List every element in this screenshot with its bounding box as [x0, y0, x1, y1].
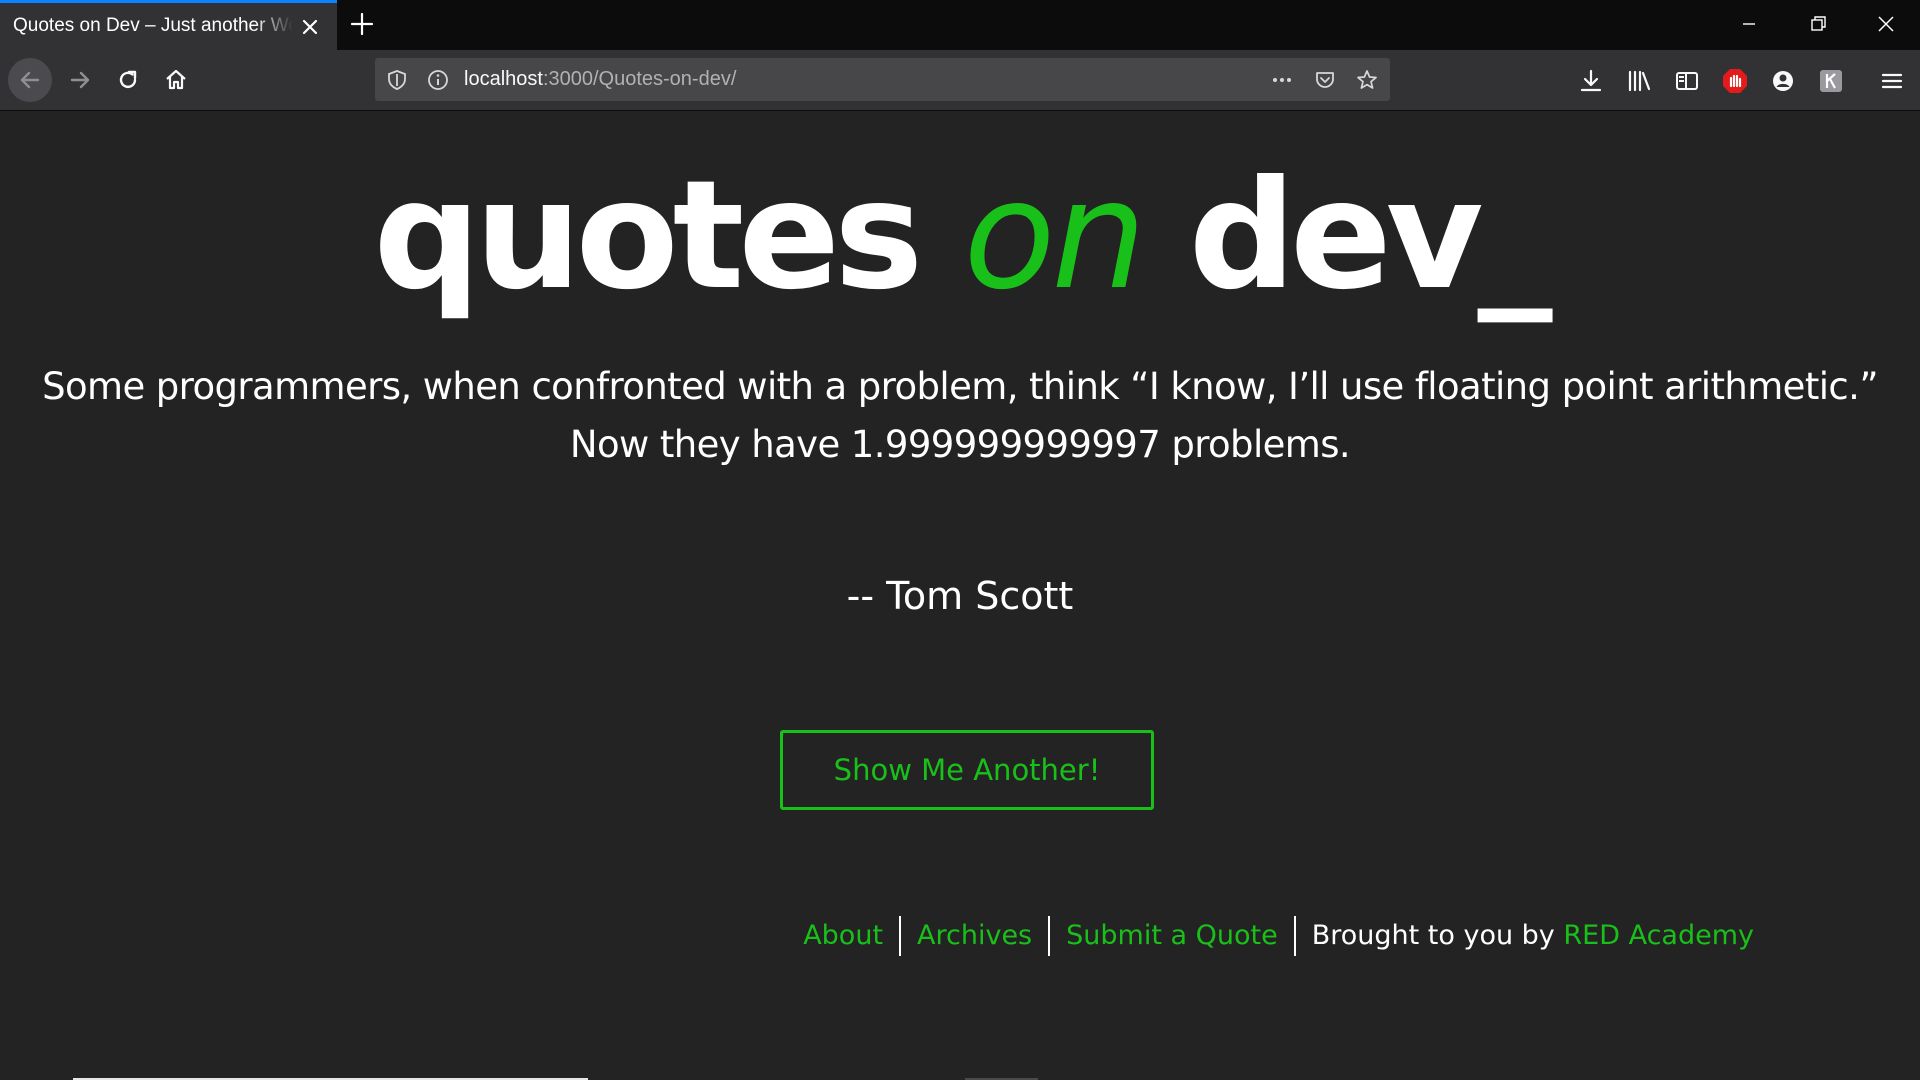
account-icon[interactable] [1769, 67, 1797, 95]
pocket-icon[interactable] [1313, 68, 1337, 92]
quote-text: Some programmers, when confronted with a… [42, 365, 1878, 466]
footer-link-about[interactable]: About [803, 920, 883, 951]
back-button[interactable] [8, 58, 52, 102]
browser-toolbar: localhost:3000/Quotes-on-dev/ [0, 50, 1920, 111]
quote-author: -- Tom Scott [846, 574, 1074, 618]
restore-icon[interactable] [1806, 12, 1830, 36]
library-icon[interactable] [1625, 67, 1653, 95]
site-logo[interactable]: quotes on dev_ [0, 161, 1920, 311]
logo-word-on: on [963, 149, 1147, 323]
tab-title: Quotes on Dev – Just another WordPress s… [13, 15, 293, 36]
footer-link-archives[interactable]: Archives [917, 920, 1032, 951]
logo-word-dev: dev_ [1188, 149, 1553, 323]
reload-button[interactable] [106, 58, 150, 102]
forward-arrow-icon [70, 71, 90, 89]
address-bar[interactable]: localhost:3000/Quotes-on-dev/ [375, 58, 1390, 101]
page-actions-icon[interactable] [1270, 68, 1294, 92]
close-tab-icon[interactable] [299, 16, 321, 38]
reload-icon [119, 70, 137, 89]
url-host: localhost [464, 68, 543, 90]
extension-icon[interactable] [1817, 67, 1845, 95]
menu-icon[interactable] [1878, 67, 1906, 95]
footer-nav: About Archives Submit a Quote Brought to… [787, 916, 1770, 956]
bookmark-star-icon[interactable] [1355, 68, 1379, 92]
show-another-button[interactable]: Show Me Another! [780, 730, 1154, 810]
footer-credit: Brought to you by RED Academy [1293, 916, 1770, 956]
adblock-icon[interactable] [1721, 67, 1749, 95]
logo-word-quotes: quotes [373, 149, 923, 323]
credit-prefix: Brought to you by [1311, 920, 1555, 951]
new-tab-icon[interactable] [349, 11, 375, 37]
home-icon [166, 69, 186, 90]
url-path: :3000/Quotes-on-dev/ [542, 68, 737, 90]
downloads-icon[interactable] [1577, 67, 1605, 95]
sidebar-icon[interactable] [1673, 67, 1701, 95]
shield-icon[interactable] [385, 68, 409, 92]
footer-link-red-academy[interactable]: RED Academy [1563, 920, 1754, 951]
back-arrow-icon [20, 71, 40, 89]
page-content: quotes on dev_ Some programmers, when co… [0, 111, 1920, 1080]
footer-link-submit-quote[interactable]: Submit a Quote [1066, 920, 1278, 951]
forward-button[interactable] [58, 58, 102, 102]
browser-tab[interactable]: Quotes on Dev – Just another WordPress s… [0, 0, 337, 50]
home-button[interactable] [154, 58, 198, 102]
info-icon[interactable] [426, 68, 450, 92]
close-window-icon[interactable] [1874, 12, 1898, 36]
minimize-icon[interactable] [1737, 12, 1761, 36]
browser-titlebar: Quotes on Dev – Just another WordPress s… [0, 0, 1920, 50]
url-text[interactable]: localhost:3000/Quotes-on-dev/ [464, 68, 736, 91]
